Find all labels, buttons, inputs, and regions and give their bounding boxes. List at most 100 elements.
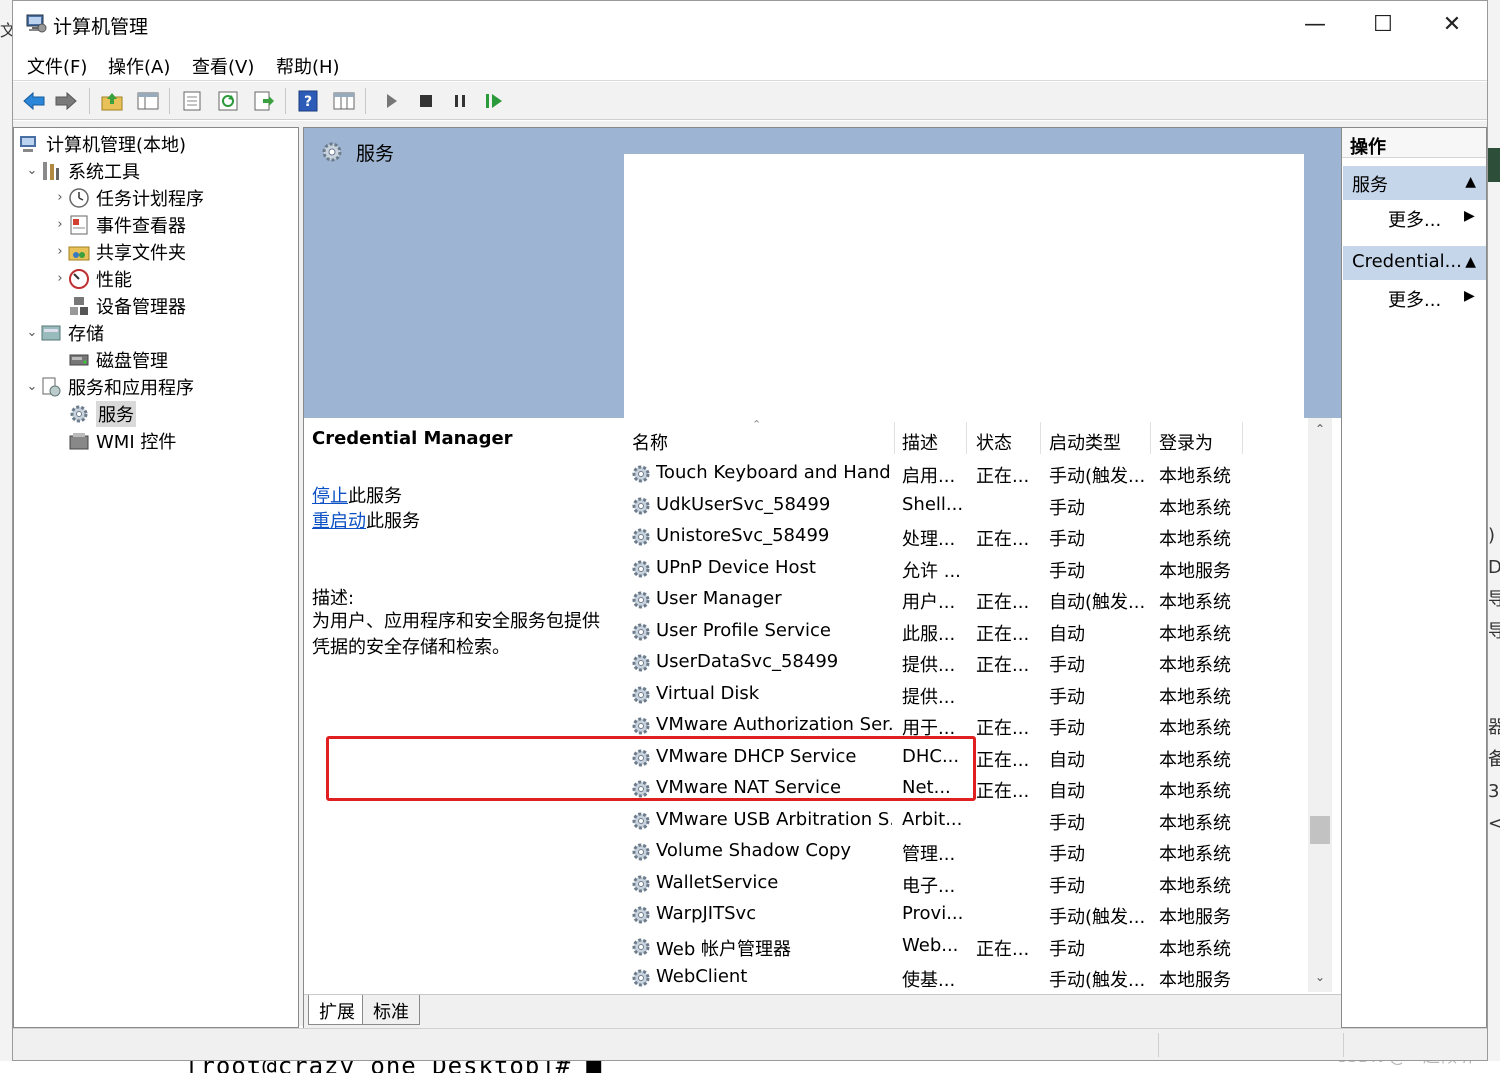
show-tree-icon[interactable] [135, 88, 161, 114]
stop-icon[interactable] [413, 88, 439, 114]
menu-file[interactable]: 文件(F) [27, 53, 87, 79]
table-row[interactable]: Volume Shadow Copy 管理... 手动 本地系统 [622, 837, 1308, 868]
tree-item[interactable]: › 共享文件夹 [52, 238, 186, 265]
service-name: VMware Authorization Ser... [656, 714, 892, 735]
table-row[interactable]: Virtual Disk 提供... 手动 本地系统 [622, 680, 1308, 711]
more-actions-link[interactable]: 更多... [1388, 286, 1441, 312]
properties-icon[interactable] [179, 88, 205, 114]
computer-icon [20, 135, 36, 152]
service-startup-type: 手动 [1049, 497, 1085, 519]
back-icon[interactable] [21, 88, 47, 114]
collapsed-chevron-icon[interactable]: › [52, 190, 68, 205]
column-header-status[interactable]: 状态 [976, 429, 1012, 455]
play-icon[interactable] [379, 88, 405, 114]
scroll-thumb[interactable] [1310, 816, 1330, 844]
service-logon: 本地系统 [1159, 623, 1231, 645]
table-row[interactable]: VMware DHCP Service DHC... 正在... 自动 本地系统 [622, 743, 1308, 774]
table-row[interactable]: VMware Authorization Ser... 用于... 正在... 手动 本… [622, 711, 1308, 742]
tree-item[interactable]: 服务 [52, 400, 136, 427]
actions-section-label: Credential... [1352, 251, 1462, 272]
service-description: Web... [902, 934, 959, 956]
tab-standard[interactable]: 标准 [362, 995, 420, 1025]
expanded-chevron-icon[interactable]: ⌄ [24, 379, 40, 394]
service-gear-icon [632, 843, 650, 861]
expanded-chevron-icon[interactable]: ⌄ [24, 325, 40, 340]
actions-title: 操作 [1342, 128, 1486, 158]
client-area: 计算机管理(本地) ⌄ 系统工具 › 任务计划程序 › 事件查看器 › 共享文件夹 › 性能 设备管理… [13, 121, 1487, 1028]
table-row[interactable]: VMware NAT Service Net... 正在... 自动 本地系统 [622, 774, 1308, 805]
tree-item[interactable]: › 性能 [52, 265, 132, 292]
collapse-up-icon[interactable]: ▲ [1465, 254, 1476, 270]
tree-item[interactable]: ⌄ 系统工具 [24, 157, 140, 184]
help-icon[interactable]: ? [295, 88, 321, 114]
actions-section-services[interactable]: 服务 ▲ [1343, 166, 1486, 200]
table-row[interactable]: WebClient 使基... 手动(触发... 本地服务 [622, 963, 1308, 992]
table-row[interactable]: Touch Keyboard and Hand... 启用... 正在... 手动(触… [622, 459, 1308, 490]
tree-item[interactable]: 计算机管理(本地) [18, 130, 186, 157]
table-row[interactable]: UdkUserSvc_58499 Shell... 手动 本地系统 [622, 491, 1308, 522]
up-folder-icon[interactable] [99, 88, 125, 114]
collapsed-chevron-icon[interactable]: › [52, 217, 68, 232]
close-button[interactable]: ✕ [1418, 1, 1486, 47]
tree-item[interactable]: › 事件查看器 [52, 211, 186, 238]
service-description: 启用... [902, 466, 956, 487]
window-title: 计算机管理 [53, 16, 149, 38]
tab-extended[interactable]: 扩展 [308, 995, 366, 1025]
service-name: WalletService [656, 871, 779, 893]
column-header-name[interactable]: 名称 [632, 429, 668, 455]
actions-section-credential[interactable]: Credential... ▲ [1343, 246, 1486, 280]
minimize-button[interactable]: — [1281, 1, 1349, 47]
scroll-down-arrow-icon[interactable]: ⌄ [1308, 970, 1332, 990]
tree-item[interactable]: WMI 控件 [52, 427, 176, 454]
column-separator[interactable] [1242, 422, 1243, 454]
scroll-up-arrow-icon[interactable]: ⌃ [1308, 422, 1332, 442]
view-icon[interactable] [331, 88, 357, 114]
maximize-button[interactable]: ☐ [1349, 1, 1417, 47]
table-row[interactable]: VMware USB Arbitration S... Arbit... 手动 本地系… [622, 806, 1308, 837]
collapsed-chevron-icon[interactable]: › [52, 271, 68, 286]
forward-icon[interactable] [53, 88, 79, 114]
table-row[interactable]: WalletService 电子... 手动 本地系统 [622, 869, 1308, 900]
table-row[interactable]: WarpJITSvc Provi... 手动(触发... 本地服务 [622, 900, 1308, 931]
tree-item[interactable]: 设备管理器 [52, 292, 186, 319]
service-status: 正在... [976, 529, 1030, 550]
tree-item[interactable]: ⌄ 服务和应用程序 [24, 373, 194, 400]
more-actions-link[interactable]: 更多... [1388, 206, 1441, 232]
collapse-up-icon[interactable]: ▲ [1465, 174, 1476, 190]
table-row[interactable]: Web 帐户管理器 Web... 正在... 手动 本地系统 [622, 932, 1308, 963]
service-logon: 本地系统 [1159, 875, 1231, 897]
export-icon[interactable] [251, 88, 277, 114]
column-header-description[interactable]: 描述 [902, 429, 938, 455]
expanded-chevron-icon[interactable]: ⌄ [24, 163, 40, 178]
pause-icon[interactable] [447, 88, 473, 114]
table-row[interactable]: User Profile Service 此服... 正在... 自动 本地系统 [622, 617, 1308, 648]
storage-icon [41, 325, 61, 340]
menu-view[interactable]: 查看(V) [192, 53, 254, 79]
column-header-logon[interactable]: 登录为 [1159, 429, 1213, 455]
table-row[interactable]: User Manager 用户... 正在... 自动(触发... 本地系统 [622, 585, 1308, 616]
restart-service-link[interactable]: 重启动 [312, 511, 366, 532]
menu-action[interactable]: 操作(A) [108, 53, 170, 79]
column-separator[interactable] [966, 422, 967, 454]
column-separator[interactable] [894, 422, 895, 454]
service-startup-type: 自动 [1049, 623, 1085, 645]
table-row[interactable]: UnistoreSvc_58499 处理... 正在... 手动 本地系统 [622, 522, 1308, 553]
tree-item[interactable]: ⌄ 存储 [24, 319, 104, 346]
refresh-icon[interactable] [215, 88, 241, 114]
tree-item[interactable]: › 任务计划程序 [52, 184, 204, 211]
stop-service-link[interactable]: 停止 [312, 486, 348, 507]
tree-item-label: 事件查看器 [96, 215, 186, 237]
title-bar[interactable]: 计算机管理 — ☐ ✕ [13, 1, 1487, 47]
table-row[interactable]: UserDataSvc_58499 提供... 正在... 手动 本地系统 [622, 648, 1308, 679]
tree-item[interactable]: 磁盘管理 [52, 346, 168, 373]
service-logon: 本地系统 [1159, 844, 1231, 865]
service-startup-type: 手动 [1049, 529, 1085, 550]
column-header-startup-type[interactable]: 启动类型 [1049, 429, 1121, 455]
vertical-scrollbar[interactable]: ⌃ ⌄ [1308, 418, 1332, 992]
resume-icon[interactable] [481, 88, 507, 114]
collapsed-chevron-icon[interactable]: › [52, 244, 68, 259]
menu-help[interactable]: 帮助(H) [276, 53, 340, 79]
column-separator[interactable] [1040, 422, 1041, 454]
column-separator[interactable] [1150, 422, 1151, 454]
table-row[interactable]: UPnP Device Host 允许 ... 手动 本地服务 [622, 554, 1308, 585]
